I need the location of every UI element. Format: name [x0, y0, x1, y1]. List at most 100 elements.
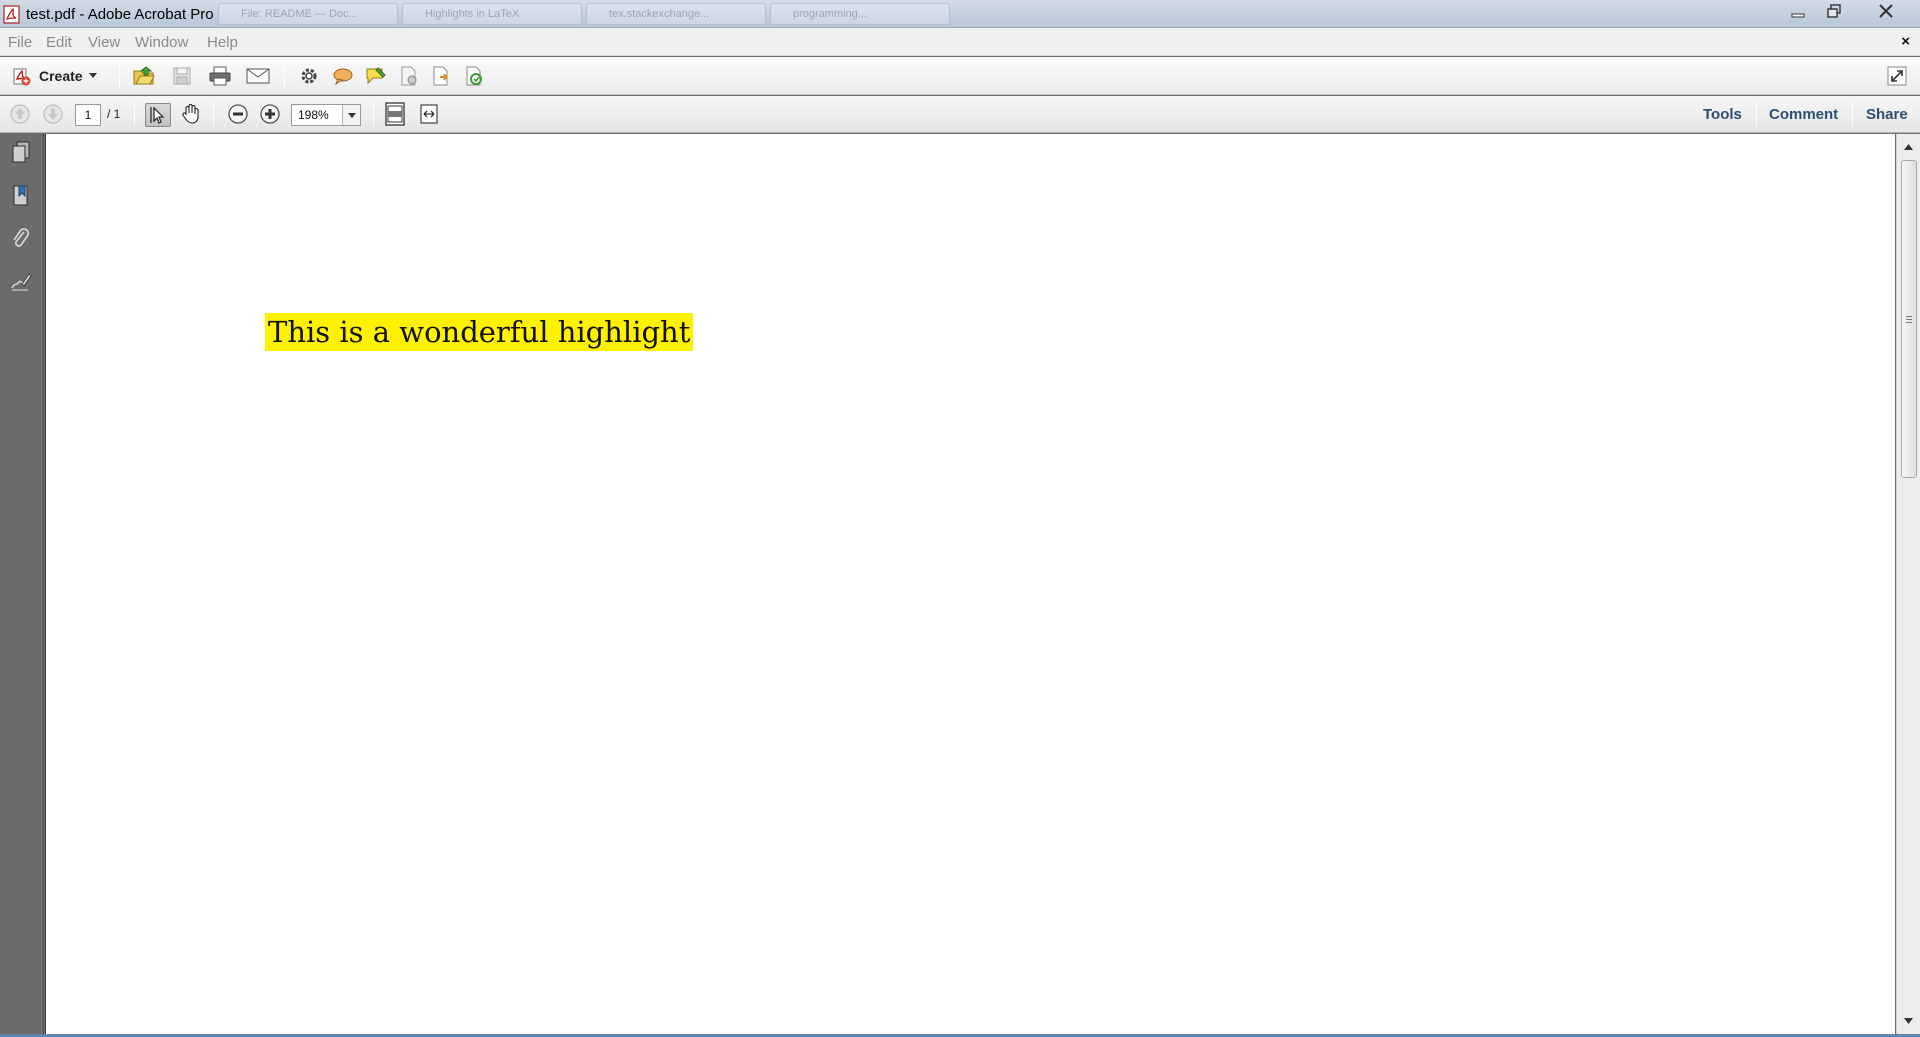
minimize-button[interactable] — [1780, 0, 1816, 22]
share-pane-link[interactable]: Share — [1866, 106, 1908, 123]
bookmarks-button[interactable] — [7, 182, 35, 210]
zoom-in-icon — [260, 104, 280, 124]
arrow-up-icon — [10, 104, 30, 124]
background-tab[interactable]: File: README — Doc... — [218, 3, 398, 25]
thumb-grip-line — [1906, 319, 1912, 320]
acrobat-window: test.pdf - Adobe Acrobat Pro File: READM… — [0, 0, 1920, 1037]
hand-tool-button[interactable] — [178, 102, 204, 126]
page-total: / 1 — [107, 107, 121, 121]
navigation-pane — [0, 134, 44, 1037]
main-toolbar: Create — [0, 57, 1920, 95]
select-tool-button[interactable] — [145, 103, 171, 127]
restore-button[interactable] — [1816, 0, 1852, 22]
comment-button[interactable] — [330, 64, 356, 88]
scrollbar-thumb[interactable] — [1901, 160, 1917, 478]
vertical-scrollbar[interactable] — [1896, 134, 1920, 1034]
menu-bar: File Edit View Window Help × — [0, 28, 1920, 56]
minimize-icon — [1791, 13, 1805, 18]
arrow-down-icon — [43, 104, 63, 124]
zoom-in-button[interactable] — [257, 102, 283, 126]
highlighted-text[interactable]: This is a wonderful highlight — [265, 313, 694, 351]
scroll-down-button[interactable] — [1897, 1011, 1920, 1031]
toolbar-divider — [1852, 101, 1853, 127]
toolbar-divider — [134, 102, 135, 126]
email-button[interactable] — [245, 64, 271, 88]
cursor-select-icon — [150, 106, 165, 124]
page-thumbnails-button[interactable] — [7, 139, 35, 167]
open-button[interactable] — [131, 64, 157, 88]
toolbar-divider — [284, 64, 285, 88]
collaborate-icon — [466, 66, 482, 86]
menu-window[interactable]: Window — [135, 34, 188, 51]
toolbar-divider — [1756, 101, 1757, 127]
background-tab[interactable]: Highlights in LaTeX — [402, 3, 582, 25]
create-button[interactable]: Create — [8, 63, 104, 89]
fit-page-icon — [385, 102, 405, 126]
fit-width-button[interactable] — [416, 102, 442, 126]
export-button[interactable] — [428, 64, 454, 88]
zoom-dropdown-button[interactable] — [342, 105, 360, 125]
document-button[interactable] — [396, 64, 422, 88]
print-icon — [209, 66, 231, 86]
email-icon — [246, 68, 270, 84]
menu-edit[interactable]: Edit — [46, 34, 72, 51]
signatures-button[interactable] — [7, 268, 35, 296]
settings-icon — [301, 68, 317, 84]
close-icon — [1879, 4, 1893, 18]
paperclip-icon — [13, 228, 30, 247]
zoom-value: 198% — [298, 108, 329, 122]
thumb-grip-line — [1906, 322, 1912, 323]
close-window-button[interactable] — [1866, 0, 1906, 22]
export-icon — [433, 66, 448, 86]
acrobat-icon — [3, 5, 20, 24]
zoom-select[interactable]: 198% — [291, 104, 361, 126]
navigation-toolbar: 1 / 1 198% Tools Comment Share — [0, 96, 1920, 133]
document-page: This is a wonderful highlight — [45, 134, 1895, 1034]
document-icon — [401, 66, 417, 86]
background-tab[interactable]: tex.stackexchange... — [586, 3, 766, 25]
save-icon — [173, 67, 191, 85]
title-bar: test.pdf - Adobe Acrobat Pro File: READM… — [0, 0, 1920, 28]
collaborate-button[interactable] — [461, 64, 487, 88]
scroll-up-button[interactable] — [1897, 137, 1920, 157]
settings-button[interactable] — [296, 64, 322, 88]
toolbar-divider — [213, 102, 214, 126]
comment-pane-link[interactable]: Comment — [1769, 106, 1838, 123]
signature-icon — [11, 273, 32, 291]
background-tab[interactable]: programming... — [770, 3, 950, 25]
zoom-out-button[interactable] — [225, 102, 251, 126]
bookmark-icon — [13, 185, 28, 206]
next-page-button[interactable] — [40, 102, 66, 126]
zoom-out-icon — [228, 104, 248, 124]
window-title: test.pdf - Adobe Acrobat Pro — [26, 6, 214, 23]
pages-icon — [12, 141, 30, 163]
comment-icon — [333, 68, 353, 86]
close-document-button[interactable]: × — [1901, 33, 1910, 50]
attachments-button[interactable] — [7, 225, 35, 253]
create-icon — [13, 68, 31, 86]
page-number-input[interactable]: 1 — [75, 104, 101, 126]
arrow-up-icon — [1904, 144, 1913, 150]
restore-icon — [1827, 4, 1841, 18]
print-button[interactable] — [207, 64, 233, 88]
sticky-note-icon — [366, 67, 386, 85]
fit-width-icon — [420, 104, 438, 124]
thumb-grip-line — [1906, 316, 1912, 317]
chevron-down-icon — [88, 73, 97, 78]
arrow-down-icon — [1904, 1018, 1913, 1024]
previous-page-button[interactable] — [7, 102, 33, 126]
save-button[interactable] — [169, 64, 195, 88]
expand-icon — [1887, 66, 1907, 86]
tools-pane-link[interactable]: Tools — [1703, 106, 1742, 123]
chevron-down-icon — [347, 112, 356, 118]
hand-icon — [182, 104, 199, 124]
menu-help[interactable]: Help — [207, 34, 238, 51]
fit-page-button[interactable] — [382, 102, 408, 126]
sticky-note-button[interactable] — [363, 64, 389, 88]
toolbar-divider — [119, 64, 120, 88]
open-icon — [133, 66, 155, 85]
menu-view[interactable]: View — [88, 34, 120, 51]
menu-file[interactable]: File — [8, 34, 32, 51]
create-label: Create — [39, 68, 83, 84]
full-screen-button[interactable] — [1884, 64, 1910, 88]
